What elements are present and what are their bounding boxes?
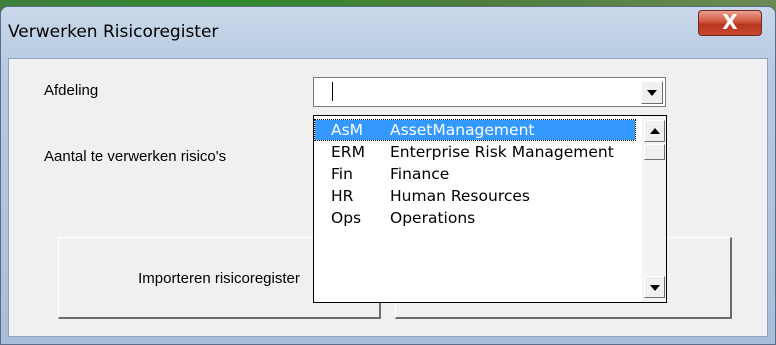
list-item[interactable]: AsM AssetManagement [314, 119, 636, 141]
list-item[interactable]: Ops Operations [315, 208, 635, 228]
list-item-code: AsM [331, 121, 364, 139]
text-caret [332, 82, 333, 101]
scroll-thumb[interactable] [644, 144, 665, 160]
list-item-code: ERM [331, 143, 365, 161]
afdeling-dropdown-list[interactable]: AsM AssetManagement ERM Enterprise Risk … [313, 115, 667, 303]
scroll-up-button[interactable] [644, 120, 665, 142]
chevron-down-icon [650, 285, 660, 291]
close-button[interactable]: X [698, 10, 762, 36]
list-item-code: Fin [331, 165, 353, 183]
list-item-code: Ops [331, 209, 362, 227]
afdeling-combobox[interactable] [313, 77, 666, 107]
combobox-dropdown-button[interactable] [641, 81, 663, 104]
list-item-name: Human Resources [390, 187, 530, 205]
aantal-label: Aantal te verwerken risico's [44, 148, 227, 165]
chevron-down-icon [647, 90, 657, 96]
list-item-name: AssetManagement [390, 121, 535, 139]
list-item-name: Finance [390, 165, 450, 183]
window-title: Verwerken Risicoregister [8, 22, 219, 42]
list-item-name: Enterprise Risk Management [390, 143, 614, 161]
chevron-up-icon [650, 128, 660, 134]
list-item[interactable]: Fin Finance [315, 164, 635, 184]
list-scrollbar[interactable] [642, 116, 666, 302]
afdeling-label: Afdeling [44, 82, 99, 99]
scroll-down-button[interactable] [644, 276, 665, 298]
list-item[interactable]: ERM Enterprise Risk Management [315, 142, 635, 162]
list-item-name: Operations [390, 209, 476, 227]
list-item[interactable]: HR Human Resources [315, 186, 635, 206]
list-item-code: HR [331, 187, 354, 205]
close-icon: X [722, 10, 738, 34]
